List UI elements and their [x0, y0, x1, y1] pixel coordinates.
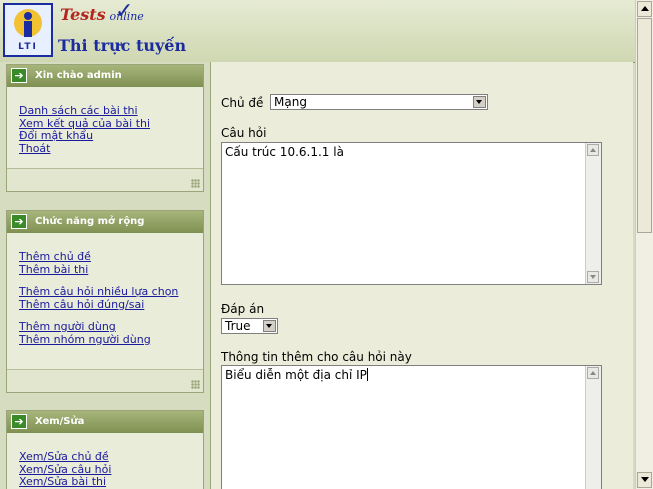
panel-header: ➔ Xem/Sửa	[7, 411, 203, 433]
extra-info-text: Biểu diễn một địa chỉ IP	[225, 368, 367, 382]
brand-logo: Tests online ✓	[60, 0, 144, 24]
link-add-exam[interactable]: Thêm bài thi	[19, 263, 203, 277]
checkmark-icon: ✓	[115, 0, 134, 24]
logo-text: LTI	[18, 42, 38, 52]
site-title: Thi trực tuyến	[58, 36, 187, 55]
answer-label: Đáp án	[221, 302, 265, 316]
brand-tests: Tests	[60, 5, 106, 24]
extra-info-textarea[interactable]: Biểu diễn một địa chỉ IP	[221, 365, 602, 489]
scrollbar-thumb[interactable]	[637, 18, 652, 233]
chevron-down-icon[interactable]	[473, 96, 486, 108]
panel-footer	[7, 168, 203, 191]
link-add-true-false-question[interactable]: Thêm câu hỏi đúng/sai	[19, 298, 203, 312]
panel-extended-functions: ➔ Chức năng mở rộng Thêm chủ đề Thêm bài…	[6, 210, 204, 393]
extra-info-label: Thông tin thêm cho câu hỏi này	[221, 350, 412, 364]
topic-label: Chủ đề	[221, 96, 264, 110]
panel-title: Xin chào admin	[35, 70, 122, 81]
extra-info-scrollbar[interactable]	[585, 366, 601, 489]
arrow-right-icon: ➔	[11, 68, 27, 83]
arrow-right-icon: ➔	[11, 414, 27, 429]
link-change-password[interactable]: Đổi mật khẩu	[19, 129, 203, 143]
scroll-up-icon[interactable]	[637, 1, 652, 17]
panel-header: ➔ Chức năng mở rộng	[7, 211, 203, 233]
answer-select[interactable]: True	[221, 318, 278, 334]
panel-title: Chức năng mở rộng	[35, 216, 145, 227]
panel-welcome: ➔ Xin chào admin Danh sách các bài thi X…	[6, 64, 204, 192]
link-add-user-group[interactable]: Thêm nhóm người dùng	[19, 333, 203, 347]
panel-view-edit: ➔ Xem/Sửa Xem/Sửa chủ đề Xem/Sửa câu hỏi…	[6, 410, 204, 489]
panel-title: Xem/Sửa	[35, 416, 85, 427]
text-cursor	[366, 368, 368, 381]
page: LTI Tests online ✓ Thi trực tuyến ➔ Xin …	[0, 0, 635, 489]
resize-grip-icon	[191, 179, 200, 188]
scroll-up-icon[interactable]	[587, 367, 599, 379]
arrow-right-icon: ➔	[11, 214, 27, 229]
person-logo-icon	[14, 9, 42, 37]
link-logout[interactable]: Thoát	[19, 142, 203, 156]
panel-footer	[7, 369, 203, 392]
topic-select[interactable]: Mạng	[270, 94, 488, 110]
question-text: Cấu trúc 10.6.1.1 là	[225, 145, 344, 159]
question-textarea[interactable]: Cấu trúc 10.6.1.1 là	[221, 142, 602, 285]
scroll-down-icon[interactable]	[587, 271, 599, 283]
link-add-multiple-choice-question[interactable]: Thêm câu hỏi nhiều lựa chọn	[19, 285, 203, 299]
question-form: Chủ đề Mạng Câu hỏi Cấu trúc 10.6.1.1 là…	[210, 62, 633, 489]
link-add-user[interactable]: Thêm người dùng	[19, 320, 203, 334]
link-edit-exam[interactable]: Xem/Sửa bài thi	[19, 475, 203, 489]
chevron-down-icon[interactable]	[263, 320, 276, 332]
question-scrollbar[interactable]	[585, 143, 601, 284]
answer-select-value: True	[225, 319, 251, 333]
sidebar: ➔ Xin chào admin Danh sách các bài thi X…	[0, 62, 210, 489]
link-add-topic[interactable]: Thêm chủ đề	[19, 250, 203, 264]
resize-grip-icon	[191, 380, 200, 389]
header: LTI Tests online ✓ Thi trực tuyến	[0, 0, 635, 63]
site-logo[interactable]: LTI	[3, 3, 53, 57]
link-edit-topic[interactable]: Xem/Sửa chủ đề	[19, 450, 203, 464]
question-label: Câu hỏi	[221, 126, 267, 140]
topic-select-value: Mạng	[274, 95, 307, 109]
link-exam-list[interactable]: Danh sách các bài thi	[19, 104, 203, 118]
scroll-up-icon[interactable]	[587, 144, 599, 156]
panel-header: ➔ Xin chào admin	[7, 65, 203, 87]
scroll-down-icon[interactable]	[637, 472, 652, 488]
page-scrollbar[interactable]	[635, 0, 653, 489]
